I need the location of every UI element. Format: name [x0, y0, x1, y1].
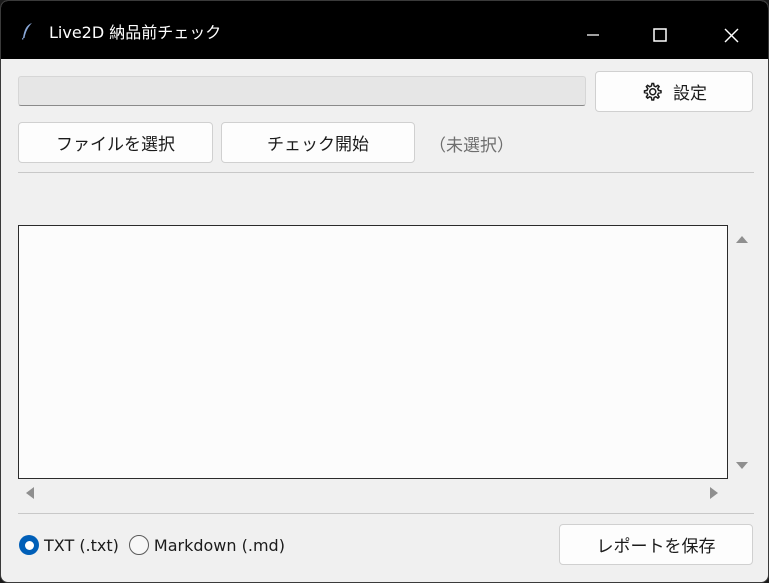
- settings-label: 設定: [673, 84, 707, 103]
- scroll-left-arrow[interactable]: [26, 487, 34, 499]
- app-window: Live2D 納品前チェック 設定 ファイルを選択 チェック開始 （未選択） T…: [0, 0, 769, 583]
- maximize-icon: [653, 28, 667, 42]
- format-radio-group: TXT (.txt) Markdown (.md): [19, 534, 295, 556]
- radio-markdown-indicator[interactable]: [128, 535, 149, 555]
- radio-txt-indicator[interactable]: [19, 535, 39, 555]
- progress-bar: [18, 76, 586, 106]
- feather-icon: [21, 23, 32, 40]
- title-bar[interactable]: Live2D 納品前チェック: [1, 1, 768, 59]
- start-check-button[interactable]: チェック開始: [221, 122, 415, 163]
- radio-txt[interactable]: TXT (.txt): [19, 535, 119, 555]
- close-icon: [724, 28, 739, 43]
- radio-markdown-label: Markdown (.md): [153, 535, 285, 555]
- minimize-button[interactable]: [573, 11, 613, 51]
- radio-markdown[interactable]: Markdown (.md): [128, 535, 285, 555]
- selected-file-label: （未選択）: [429, 136, 514, 156]
- scroll-right-arrow[interactable]: [710, 487, 718, 499]
- separator-top: [18, 172, 754, 173]
- radio-txt-label: TXT (.txt): [44, 535, 119, 555]
- settings-button[interactable]: 設定: [595, 71, 753, 112]
- choose-file-button[interactable]: ファイルを選択: [18, 122, 213, 163]
- window-title: Live2D 納品前チェック: [49, 23, 222, 42]
- scroll-up-arrow[interactable]: [736, 236, 748, 243]
- report-output-area[interactable]: [18, 225, 728, 479]
- close-button[interactable]: [711, 11, 751, 51]
- maximize-button[interactable]: [640, 11, 680, 51]
- separator-bottom: [18, 513, 754, 514]
- scroll-down-arrow[interactable]: [736, 462, 748, 469]
- minimize-icon: [587, 34, 599, 36]
- gear-icon: [643, 82, 662, 101]
- save-report-button[interactable]: レポートを保存: [559, 524, 753, 565]
